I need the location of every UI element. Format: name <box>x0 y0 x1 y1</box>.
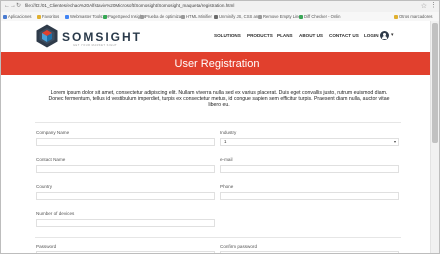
nav-contact-us[interactable]: CONTACT US <box>329 33 359 38</box>
country-field[interactable] <box>36 192 215 200</box>
bookmark-label: Aplicaciones <box>8 14 32 19</box>
phone-field[interactable] <box>220 192 399 200</box>
nav-plans[interactable]: PLANS <box>277 33 293 38</box>
company-name-label: Company Name <box>36 130 70 135</box>
nav-products[interactable]: PRODUCTS <box>247 33 273 38</box>
bookmark-item[interactable]: HTML Minifier <box>181 14 212 19</box>
divider <box>35 237 401 238</box>
page-icon <box>258 14 262 19</box>
logo-icon[interactable] <box>35 24 59 48</box>
bookmark-item[interactable]: Otros marcadores <box>394 14 433 19</box>
page-title: User Registration <box>174 58 260 70</box>
nav-about-us[interactable]: ABOUT US <box>299 33 323 38</box>
password-label: Password <box>36 244 57 249</box>
bookmark-item[interactable]: Favoritos <box>37 14 59 19</box>
bookmark-item[interactable]: Aplicaciones <box>3 14 32 19</box>
phone-label: Phone <box>220 184 234 189</box>
bookmark-item[interactable]: Diff Checker - Onlin <box>299 14 340 19</box>
webmaster-icon <box>65 14 69 19</box>
bookmark-label: Otros marcadores <box>399 14 433 19</box>
page-icon <box>181 14 185 19</box>
contact-name-field[interactable] <box>36 165 215 173</box>
bookmark-item[interactable]: Unminify JS, CSS an <box>214 14 258 19</box>
nav-solutions[interactable]: SOLUTIONS <box>214 33 241 38</box>
country-label: Country <box>36 184 53 189</box>
intro-text: Lorem ipsum dolor sit amet, consectetur … <box>48 90 390 109</box>
bookmark-label: HTML Minifier <box>186 14 212 19</box>
bookmark-label: Diff Checker - Onlin <box>304 14 341 19</box>
bookmark-label: Unminify JS, CSS an <box>219 14 259 19</box>
pagespeed-icon <box>103 14 107 19</box>
devices-field[interactable] <box>36 219 215 227</box>
browser-menu-icon[interactable]: ⋮ <box>430 2 437 10</box>
nav-login[interactable]: LOGIN <box>364 33 379 38</box>
browser-window: ← → ↻ file:///D:/01_Clientes/echao%20Alf… <box>0 0 440 254</box>
diff-icon <box>299 14 303 19</box>
chevron-down-icon: ▾ <box>393 139 396 144</box>
devices-label: Number of devices <box>36 211 75 216</box>
bookmark-label: Favoritos <box>42 14 60 19</box>
folder-icon <box>394 14 398 19</box>
bookmark-item[interactable]: Prueba de optimiza <box>140 14 181 19</box>
page-icon <box>140 14 144 19</box>
bookmark-label: Remove Empty Lines <box>263 14 303 19</box>
folder-icon <box>37 14 41 19</box>
page-icon <box>214 14 218 19</box>
user-avatar-icon[interactable] <box>380 31 389 40</box>
bookmark-label: Prueba de optimiza <box>145 14 182 19</box>
contact-name-label: Contact Name <box>36 157 66 162</box>
logo-text[interactable]: SOMSIGHT <box>62 30 142 44</box>
divider <box>35 122 401 123</box>
industry-label: Industry <box>220 130 237 135</box>
company-name-field[interactable] <box>36 138 215 146</box>
bookmark-item[interactable]: Remove Empty Lines <box>258 14 303 19</box>
email-label: e-mail <box>220 157 233 162</box>
logo-tagline: GET YOUR MARKET SIGHT <box>73 44 118 47</box>
email-field[interactable] <box>220 165 399 173</box>
reload-icon[interactable]: ↻ <box>16 3 21 10</box>
apps-icon <box>3 14 7 19</box>
scrollbar-thumb[interactable] <box>432 23 438 143</box>
bookmark-item[interactable]: Webmaster Tools: O <box>65 14 108 19</box>
chevron-down-icon[interactable]: ▾ <box>391 32 394 38</box>
industry-select[interactable]: 1 ▾ <box>220 138 399 146</box>
confirm-password-label: Confirm password <box>220 244 258 249</box>
bookmark-star-icon[interactable]: ☆ <box>421 2 427 10</box>
url-field[interactable]: file:///D:/01_Clientes/echao%20Alfstaviv… <box>25 3 234 8</box>
industry-value: 1 <box>224 139 227 144</box>
